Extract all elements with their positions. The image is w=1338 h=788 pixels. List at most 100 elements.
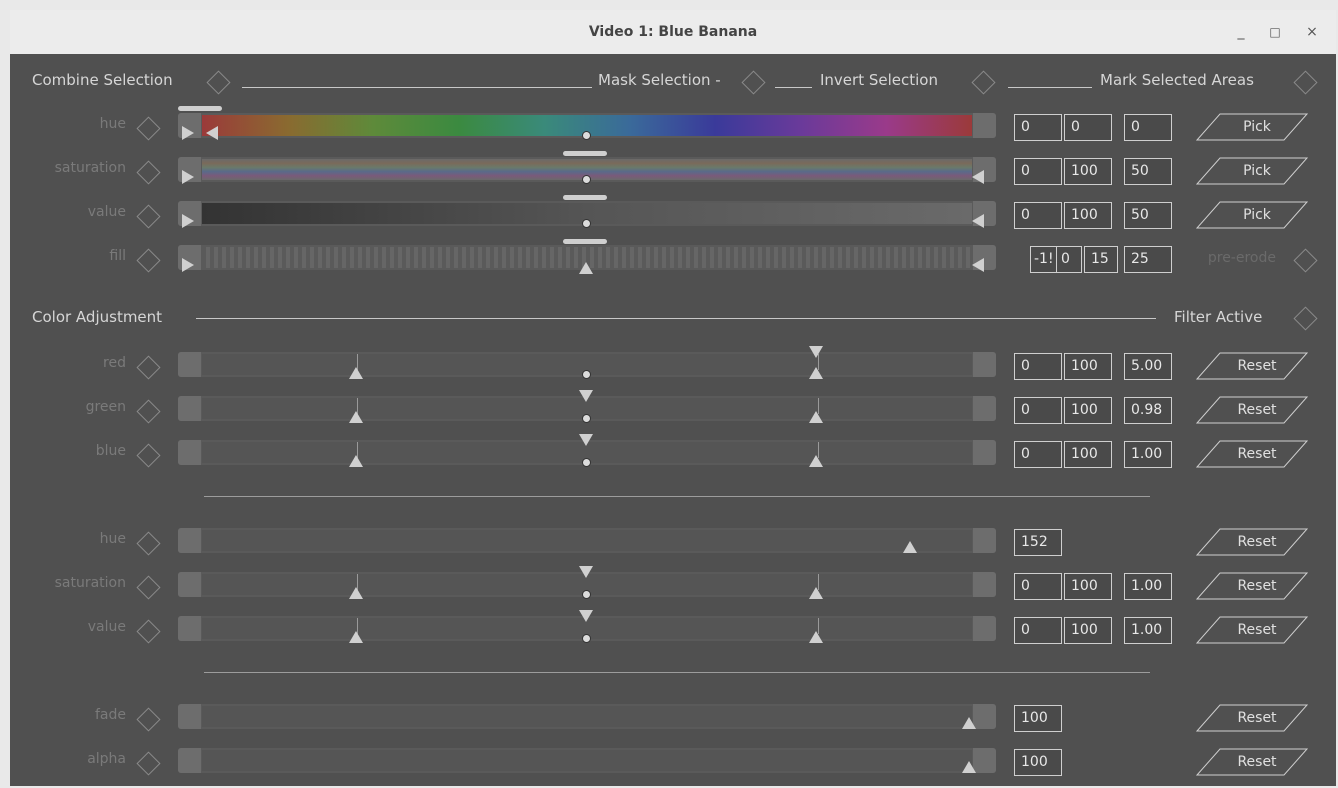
hsv-saturation-max-field[interactable]: 100 (1064, 573, 1112, 600)
final-alpha-marker[interactable] (962, 761, 976, 773)
sel-hue-max-field[interactable]: 0 (1064, 114, 1112, 141)
rgb-green-low-marker[interactable] (349, 411, 363, 423)
sel-value-center-dot[interactable] (582, 219, 591, 228)
sel-fill-max-field[interactable]: 15 (1084, 246, 1118, 273)
rgb-green-reset-button[interactable]: Reset (1196, 396, 1308, 424)
hsv-value-min-field[interactable]: 0 (1014, 617, 1062, 644)
rgb-red-gamma-marker[interactable] (809, 346, 823, 358)
sel-fill-right-marker[interactable] (972, 258, 984, 272)
sel-saturation-pick-button[interactable]: Pick (1196, 157, 1308, 185)
sel-saturation-width-field[interactable]: 50 (1124, 158, 1172, 185)
final-alpha-keyframe-toggle[interactable] (136, 751, 161, 776)
close-button[interactable]: × (1300, 10, 1324, 54)
rgb-red-max-field[interactable]: 100 (1064, 353, 1112, 380)
sel-saturation-left-marker[interactable] (182, 170, 194, 184)
sel-hue-range-handle[interactable] (178, 106, 222, 111)
rgb-red-reset-button[interactable]: Reset (1196, 352, 1308, 380)
hsv-value-reset-button[interactable]: Reset (1196, 616, 1308, 644)
rgb-red-keyframe-toggle[interactable] (136, 355, 161, 380)
hsv-hue-slider[interactable] (178, 528, 996, 553)
sel-value-width-field[interactable]: 50 (1124, 202, 1172, 229)
filter-active-toggle[interactable] (1293, 306, 1318, 331)
sel-fill-left-marker[interactable] (182, 258, 194, 272)
sel-hue-left-marker[interactable] (182, 126, 194, 140)
rgb-blue-reset-button[interactable]: Reset (1196, 440, 1308, 468)
hsv-value-low-marker[interactable] (349, 631, 363, 643)
rgb-red-low-marker[interactable] (349, 367, 363, 379)
sel-hue-right-marker[interactable] (206, 126, 218, 140)
hsv-hue-field[interactable]: 152 (1014, 529, 1062, 556)
hsv-value-gamma-marker[interactable] (579, 610, 593, 622)
rgb-red-gamma-field[interactable]: 5.00 (1124, 353, 1172, 380)
sel-value-pick-button[interactable]: Pick (1196, 201, 1308, 229)
sel-fill-keyframe-toggle[interactable] (136, 248, 161, 273)
rgb-green-center-dot[interactable] (582, 414, 591, 423)
rgb-red-min-field[interactable]: 0 (1014, 353, 1062, 380)
sel-hue-width-field[interactable]: 0 (1124, 114, 1172, 141)
hsv-saturation-low-marker[interactable] (349, 587, 363, 599)
hsv-saturation-high-marker[interactable] (809, 587, 823, 599)
sel-fill-feather-field[interactable]: 25 (1124, 246, 1172, 273)
hsv-saturation-keyframe-toggle[interactable] (136, 575, 161, 600)
minimize-button[interactable]: _ (1229, 10, 1253, 54)
rgb-red-center-dot[interactable] (582, 370, 591, 379)
sel-fill-erode-field[interactable]: -1! (1030, 246, 1058, 273)
rgb-blue-gamma-marker[interactable] (579, 434, 593, 446)
mask-selection-toggle[interactable] (741, 70, 766, 95)
sel-saturation-max-field[interactable]: 100 (1064, 158, 1112, 185)
sel-fill-range-handle[interactable] (563, 239, 607, 244)
final-fade-reset-button[interactable]: Reset (1196, 704, 1308, 732)
rgb-green-max-field[interactable]: 100 (1064, 397, 1112, 424)
rgb-green-keyframe-toggle[interactable] (136, 399, 161, 424)
final-fade-keyframe-toggle[interactable] (136, 707, 161, 732)
combine-selection-toggle[interactable] (206, 70, 231, 95)
sel-value-max-field[interactable]: 100 (1064, 202, 1112, 229)
sel-saturation-keyframe-toggle[interactable] (136, 160, 161, 185)
hsv-value-gamma-field[interactable]: 1.00 (1124, 617, 1172, 644)
final-alpha-reset-button[interactable]: Reset (1196, 748, 1308, 776)
invert-selection-toggle[interactable] (971, 70, 996, 95)
rgb-blue-high-marker[interactable] (809, 455, 823, 467)
sel-value-keyframe-toggle[interactable] (136, 204, 161, 229)
rgb-blue-gamma-field[interactable]: 1.00 (1124, 441, 1172, 468)
sel-value-min-field[interactable]: 0 (1014, 202, 1062, 229)
sel-value-left-marker[interactable] (182, 214, 194, 228)
rgb-green-gamma-marker[interactable] (579, 390, 593, 402)
hsv-value-high-marker[interactable] (809, 631, 823, 643)
sel-hue-keyframe-toggle[interactable] (136, 116, 161, 141)
sel-fill-min-field[interactable]: 0 (1056, 246, 1082, 273)
sel-hue-center-dot[interactable] (582, 131, 591, 140)
hsv-saturation-reset-button[interactable]: Reset (1196, 572, 1308, 600)
rgb-green-gamma-field[interactable]: 0.98 (1124, 397, 1172, 424)
rgb-blue-keyframe-toggle[interactable] (136, 443, 161, 468)
hsv-saturation-gamma-field[interactable]: 1.00 (1124, 573, 1172, 600)
rgb-green-min-field[interactable]: 0 (1014, 397, 1062, 424)
sel-fill-center-marker[interactable] (579, 262, 593, 274)
rgb-blue-max-field[interactable]: 100 (1064, 441, 1112, 468)
final-fade-slider[interactable] (178, 704, 996, 729)
hsv-saturation-gamma-marker[interactable] (579, 566, 593, 578)
hsv-value-max-field[interactable]: 100 (1064, 617, 1112, 644)
hsv-hue-keyframe-toggle[interactable] (136, 531, 161, 556)
rgb-green-high-marker[interactable] (809, 411, 823, 423)
mark-selected-areas-toggle[interactable] (1293, 70, 1318, 95)
final-fade-marker[interactable] (962, 717, 976, 729)
sel-hue-pick-button[interactable]: Pick (1196, 113, 1308, 141)
hsv-value-keyframe-toggle[interactable] (136, 619, 161, 644)
sel-value-range-handle[interactable] (563, 195, 607, 200)
final-alpha-slider[interactable] (178, 748, 996, 773)
sel-saturation-min-field[interactable]: 0 (1014, 158, 1062, 185)
hsv-value-center-dot[interactable] (582, 634, 591, 643)
final-alpha-field[interactable]: 100 (1014, 749, 1062, 776)
hsv-saturation-min-field[interactable]: 0 (1014, 573, 1062, 600)
maximize-button[interactable]: □ (1263, 10, 1287, 54)
sel-saturation-center-dot[interactable] (582, 175, 591, 184)
final-fade-field[interactable]: 100 (1014, 705, 1062, 732)
rgb-blue-min-field[interactable]: 0 (1014, 441, 1062, 468)
sel-saturation-right-marker[interactable] (972, 170, 984, 184)
sel-hue-min-field[interactable]: 0 (1014, 114, 1062, 141)
pre-erode-toggle[interactable] (1293, 248, 1318, 273)
rgb-red-high-marker[interactable] (809, 367, 823, 379)
sel-value-right-marker[interactable] (972, 214, 984, 228)
hsv-hue-marker[interactable] (903, 541, 917, 553)
